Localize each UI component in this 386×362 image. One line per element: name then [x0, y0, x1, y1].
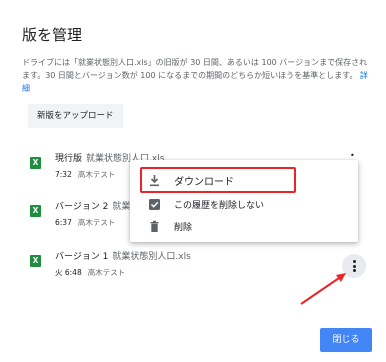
- dialog-title: 版を管理: [22, 26, 83, 44]
- xls-file-icon: X: [30, 255, 41, 267]
- version-meta: 火 6:48 高木テスト: [55, 267, 125, 278]
- kebab-dot: [352, 260, 356, 263]
- menu-item-delete[interactable]: 削除: [130, 216, 358, 238]
- xls-file-icon: X: [30, 205, 41, 217]
- menu-item-label: この履歴を削除しない: [174, 201, 265, 211]
- close-button[interactable]: 閉じる: [320, 328, 372, 352]
- version-label: バージョン 2: [55, 202, 109, 212]
- menu-item-label: 削除: [174, 223, 193, 233]
- upload-new-version-button[interactable]: 新版をアップロード: [28, 104, 123, 128]
- description-text: ドライブには「就業状態別人口.xls」の旧版が 30 日間、あるいは 100 バ…: [22, 58, 368, 80]
- version-time: 7:32: [55, 170, 72, 179]
- version-meta: 7:32 高木テスト: [55, 169, 115, 180]
- version-filename: 就業状態別人口.xls: [112, 252, 191, 262]
- version-title: バージョン 1 就業状態別人口.xls: [55, 249, 191, 262]
- red-arrow-annotation: [300, 273, 346, 305]
- manage-versions-dialog: 版を管理 ドライブには「就業状態別人口.xls」の旧版が 30 日間、あるいは …: [0, 0, 386, 362]
- highlight-box: [140, 167, 296, 193]
- version-label: 現行版: [55, 154, 83, 164]
- version-user: 高木テスト: [77, 218, 116, 227]
- dialog-description: ドライブには「就業状態別人口.xls」の旧版が 30 日間、あるいは 100 バ…: [22, 56, 372, 95]
- more-options-icon[interactable]: •: [350, 152, 356, 160]
- version-meta: 6:37 高木テスト: [55, 217, 115, 228]
- version-time: 6:37: [55, 218, 72, 227]
- version-user: 高木テスト: [77, 170, 116, 179]
- xls-file-icon: X: [30, 157, 41, 169]
- version-time: 火 6:48: [55, 268, 82, 277]
- menu-item-keep-forever[interactable]: この履歴を削除しない: [130, 194, 358, 216]
- version-label: バージョン 1: [55, 252, 109, 262]
- trash-icon: [150, 220, 159, 232]
- checkbox-checked-icon: [149, 199, 160, 210]
- version-user: 高木テスト: [87, 268, 126, 277]
